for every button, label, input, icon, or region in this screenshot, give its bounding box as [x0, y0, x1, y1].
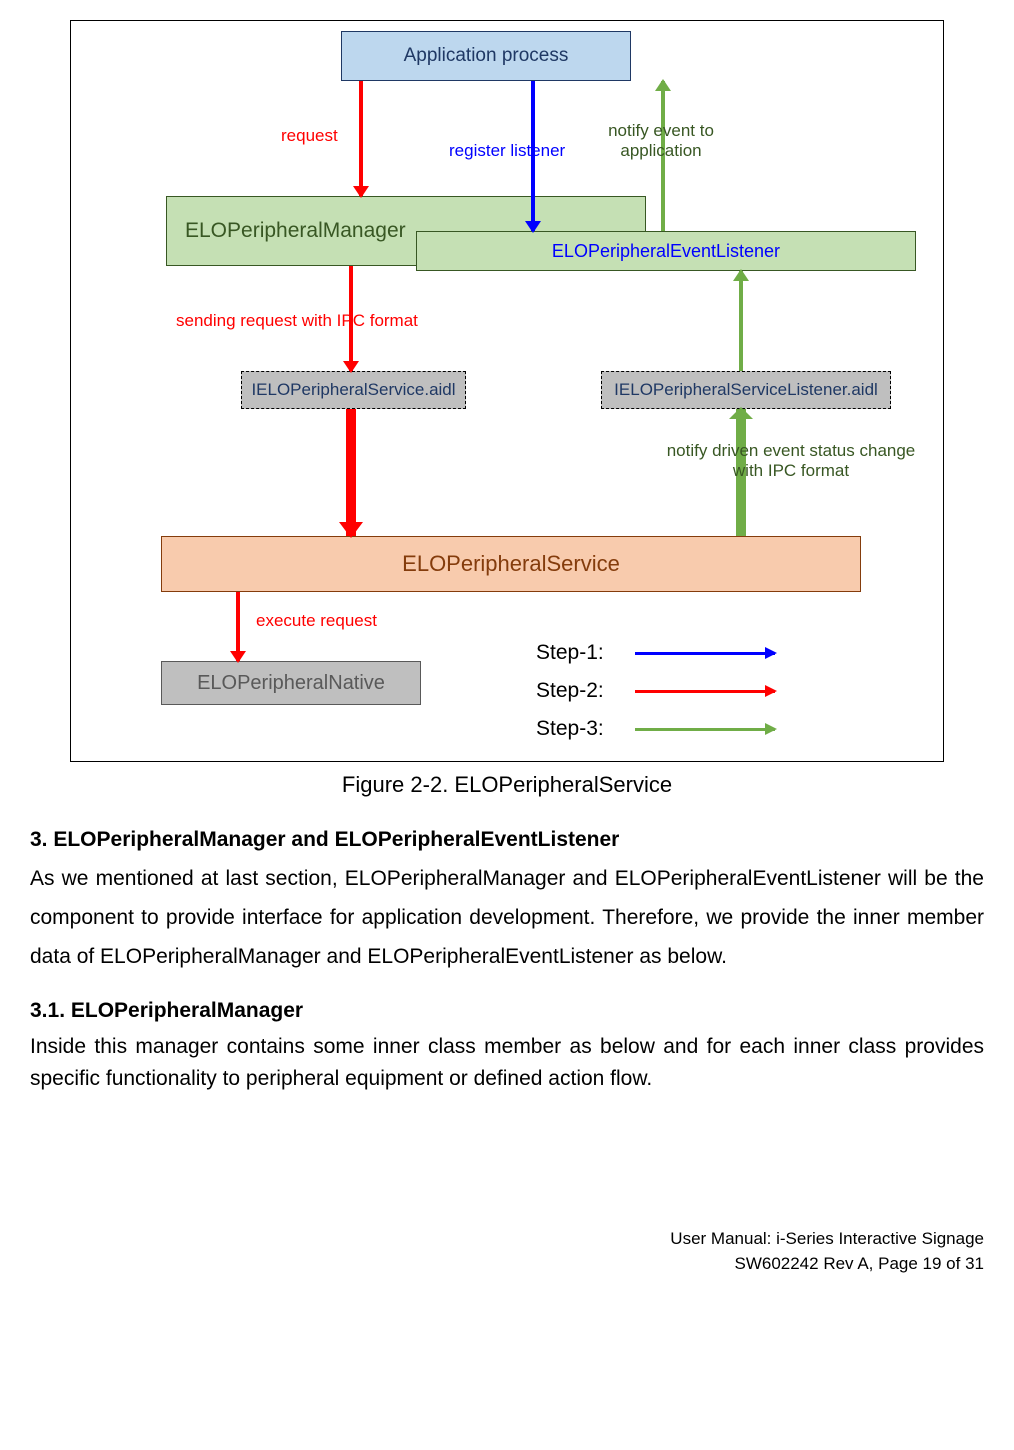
legend-step-1-label: Step-1: — [536, 641, 611, 665]
label-notify-event: notify event to application — [591, 121, 731, 162]
legend-line-blue — [635, 652, 775, 655]
heading-section-3-1: 3.1. ELOPeripheralManager — [30, 999, 984, 1023]
paragraph-section-3: As we mentioned at last section, ELOPeri… — [30, 860, 984, 977]
legend-step-2-label: Step-2: — [536, 679, 611, 703]
footer-line-2: SW602242 Rev A, Page 19 of 31 — [30, 1251, 984, 1277]
legend-line-red — [635, 690, 775, 693]
arrow-execute-request — [236, 592, 240, 661]
label-register: register listener — [449, 141, 565, 161]
box-ielo-peripheral-service-listener-aidl: IELOPeripheralServiceListener.aidl — [601, 371, 891, 409]
arrow-request — [359, 81, 363, 196]
label-request: request — [281, 126, 338, 146]
legend-line-green — [635, 728, 775, 731]
diagram-legend: Step-1: Step-2: Step-3: — [536, 641, 886, 755]
figure-caption: Figure 2-2. ELOPeripheralService — [30, 772, 984, 798]
page-footer: User Manual: i-Series Interactive Signag… — [30, 1226, 984, 1277]
legend-step-1: Step-1: — [536, 641, 886, 665]
paragraph-section-3-1: Inside this manager contains some inner … — [30, 1031, 984, 1096]
legend-step-3-label: Step-3: — [536, 717, 611, 741]
footer-line-1: User Manual: i-Series Interactive Signag… — [30, 1226, 984, 1252]
box-elo-peripheral-native: ELOPeripheralNative — [161, 661, 421, 705]
box-ielo-peripheral-service-aidl: IELOPeripheralService.aidl — [241, 371, 466, 409]
architecture-diagram: Application process ELOPeripheralManager… — [70, 20, 944, 762]
legend-step-2: Step-2: — [536, 679, 886, 703]
label-sending: sending request with IPC format — [176, 311, 418, 331]
arrow-notify-driven-up — [739, 271, 743, 371]
box-elo-peripheral-service: ELOPeripheralService — [161, 536, 861, 592]
box-elo-peripheral-event-listener: ELOPeripheralEventListener — [416, 231, 916, 271]
arrow-ipc-down — [346, 409, 356, 536]
legend-step-3: Step-3: — [536, 717, 886, 741]
label-notify-driven: notify driven event status change with I… — [661, 441, 921, 482]
heading-section-3: 3. ELOPeripheralManager and ELOPeriphera… — [30, 828, 984, 852]
label-execute: execute request — [256, 611, 377, 631]
box-application-process: Application process — [341, 31, 631, 81]
